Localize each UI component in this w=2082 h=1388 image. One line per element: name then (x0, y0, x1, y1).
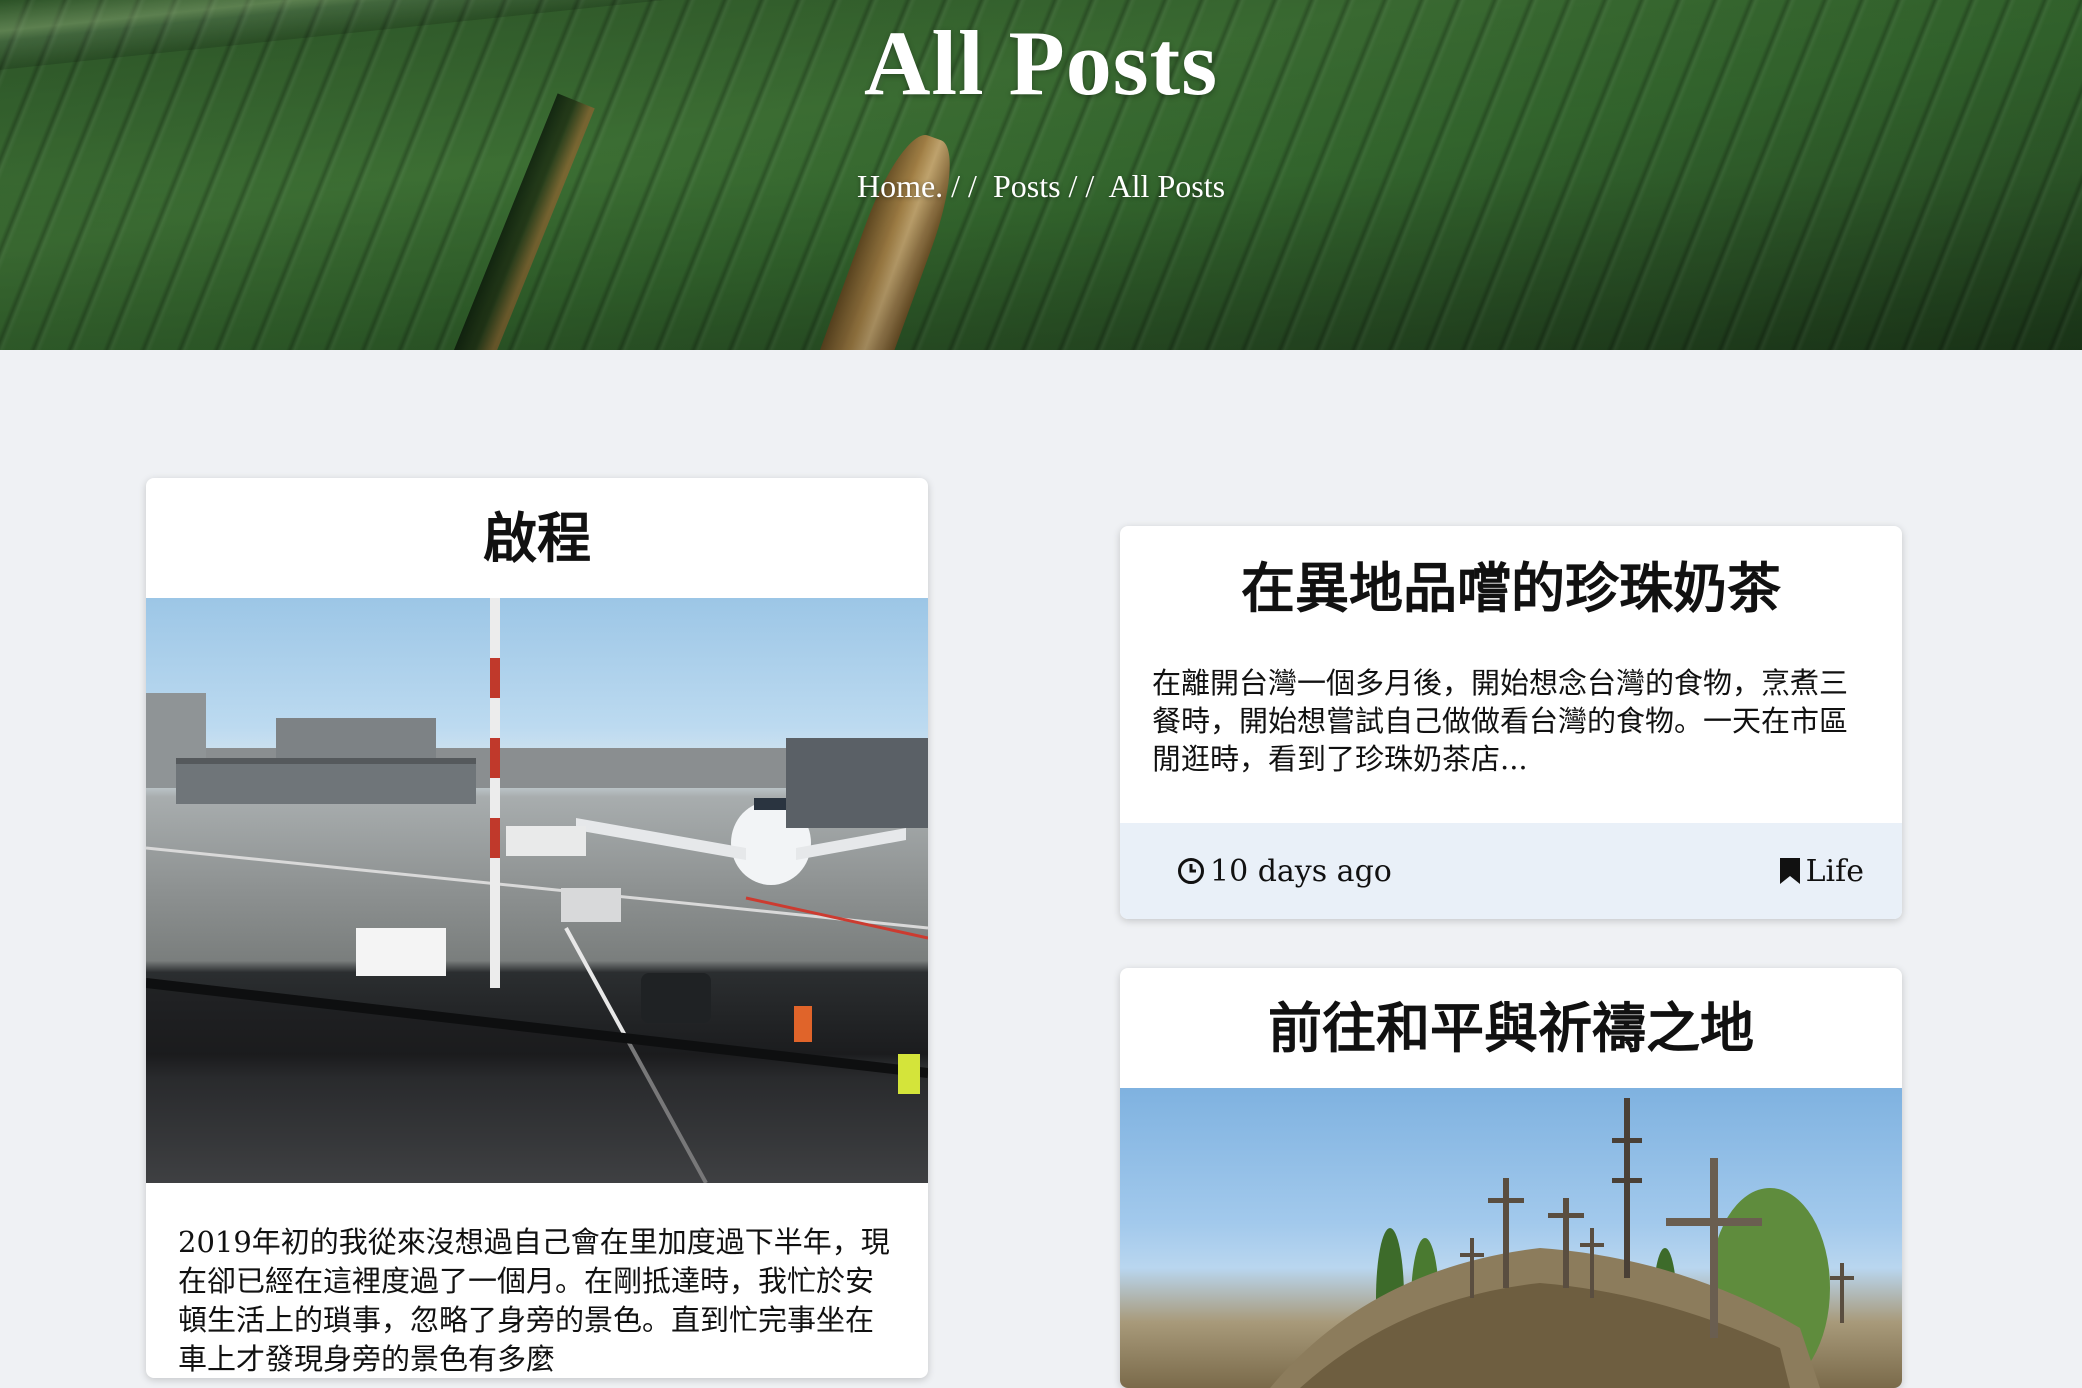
post-card[interactable]: 在異地品嚐的珍珠奶茶 在離開台灣一個多月後，開始想念台灣的食物，烹煮三餐時，開始… (1120, 526, 1902, 919)
post-title[interactable]: 啟程 (146, 478, 928, 598)
post-image[interactable] (146, 598, 928, 1183)
post-time: 10 days ago (1210, 853, 1392, 889)
post-card[interactable]: 前往和平與祈禱之地 (1120, 968, 1902, 1388)
post-excerpt: 2019年初的我從來沒想過自己會在里加度過下半年，現在卻已經在這裡度過了一個月。… (178, 1225, 890, 1376)
post-category[interactable]: Life (1778, 854, 1864, 889)
breadcrumb-home-link[interactable]: Home. (857, 168, 943, 204)
hero-banner: All Posts Home. / / Posts / / All Posts (0, 0, 2082, 350)
post-title[interactable]: 在異地品嚐的珍珠奶茶 (1120, 526, 1902, 646)
hill-of-crosses-photo (1120, 1088, 1902, 1388)
post-category-label[interactable]: Life (1806, 854, 1864, 889)
breadcrumb-current: All Posts (1108, 168, 1226, 204)
breadcrumb: Home. / / Posts / / All Posts (0, 168, 2082, 205)
breadcrumb-separator: / / (943, 168, 993, 204)
breadcrumb-separator: / / (1060, 168, 1109, 204)
post-card[interactable]: 啟程 2019年初的我從來沒想過自己會在里加度過下半年，現在卻已經在這裡度過了一… (146, 478, 928, 1378)
clock-icon (1178, 858, 1204, 884)
breadcrumb-posts-link[interactable]: Posts (993, 168, 1061, 204)
page-title: All Posts (864, 12, 1218, 114)
post-meta-footer: 10 days ago Life (1120, 823, 1902, 919)
post-title[interactable]: 前往和平與祈禱之地 (1120, 968, 1902, 1088)
post-excerpt: 在離開台灣一個多月後，開始想念台灣的食物，烹煮三餐時，開始想嘗試自己做做看台灣的… (1152, 666, 1849, 776)
post-date: 10 days ago (1176, 854, 1392, 889)
airport-tarmac-photo (146, 598, 928, 1183)
bookmark-icon (1779, 858, 1800, 884)
post-image[interactable] (1120, 1088, 1902, 1388)
